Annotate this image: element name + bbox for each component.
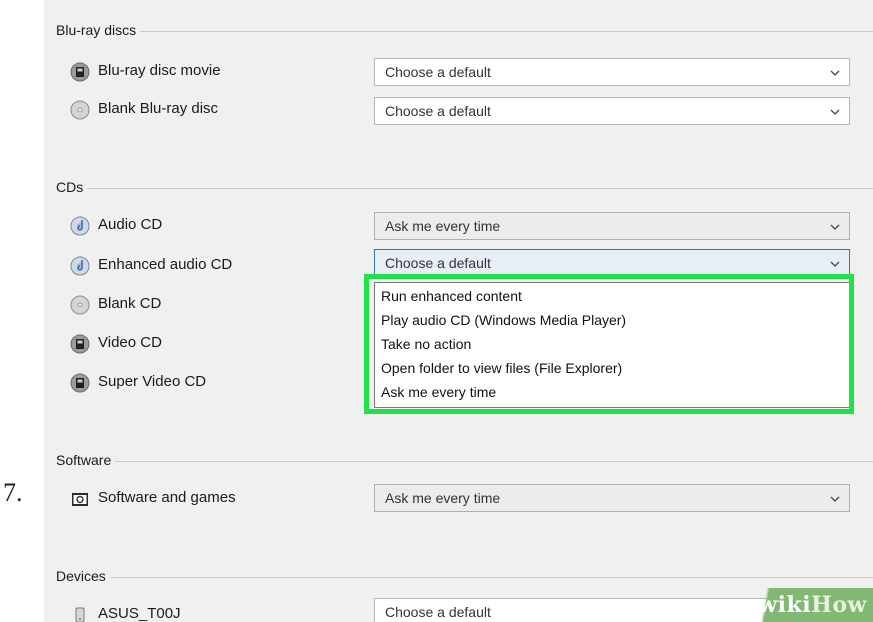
software-icon xyxy=(72,493,88,506)
section-divider xyxy=(56,461,873,462)
chevron-down-icon xyxy=(830,261,840,267)
step-number: 7. xyxy=(3,478,23,507)
chevron-down-icon xyxy=(830,70,840,76)
row-label: Enhanced audio CD xyxy=(98,256,233,273)
audio-disc-icon xyxy=(70,256,90,276)
disc-film-icon xyxy=(70,62,90,82)
select-value: Ask me every time xyxy=(385,490,501,506)
audio-cd-select[interactable]: Ask me every time xyxy=(374,212,850,240)
section-divider xyxy=(56,188,873,189)
software-and-games-select[interactable]: Ask me every time xyxy=(374,484,850,512)
select-value: Choose a default xyxy=(385,255,491,271)
row-label: ASUS_T00J xyxy=(98,605,181,622)
row-label: Blank Blu-ray disc xyxy=(98,100,219,117)
row-label: Blu-ray disc movie xyxy=(98,62,221,79)
select-value: Ask me every time xyxy=(385,218,501,234)
disc-film-icon xyxy=(70,373,90,393)
chevron-down-icon xyxy=(830,496,840,502)
section-divider xyxy=(56,31,873,32)
section-title: Blu-ray discs xyxy=(56,22,141,38)
audio-disc-icon xyxy=(70,216,90,236)
row-label: Video CD xyxy=(98,334,162,351)
select-value: Choose a default xyxy=(385,103,491,119)
enhanced-audio-cd-select[interactable]: Choose a default xyxy=(374,249,850,277)
section-software: Software xyxy=(56,452,873,468)
section-title: Software xyxy=(56,452,116,468)
blank-blu-ray-select[interactable]: Choose a default xyxy=(374,97,850,125)
row-label: Audio CD xyxy=(98,216,163,233)
chevron-down-icon xyxy=(830,224,840,230)
select-value: Choose a default xyxy=(385,64,491,80)
row-label: Super Video CD xyxy=(98,373,207,390)
blank-disc-icon xyxy=(70,295,90,315)
section-blu-ray: Blu-ray discs xyxy=(56,22,873,38)
blu-ray-movie-select[interactable]: Choose a default xyxy=(374,58,850,86)
section-title: CDs xyxy=(56,179,88,195)
blank-disc-icon xyxy=(70,100,90,120)
device-icon xyxy=(75,607,85,622)
disc-film-icon xyxy=(70,334,90,354)
chevron-down-icon xyxy=(830,109,840,115)
highlight-box xyxy=(364,274,854,414)
watermark-text: wikiHow xyxy=(758,592,867,618)
select-value: Choose a default xyxy=(385,604,491,620)
section-divider xyxy=(56,577,873,578)
section-cds: CDs xyxy=(56,179,873,195)
row-label: Software and games xyxy=(98,489,236,506)
autoplay-settings-panel: Blu-ray discs Blu-ray disc movie Choose … xyxy=(44,0,873,622)
wikihow-watermark: wikiHow xyxy=(703,582,873,622)
row-label: Blank CD xyxy=(98,295,162,312)
section-title: Devices xyxy=(56,568,110,584)
